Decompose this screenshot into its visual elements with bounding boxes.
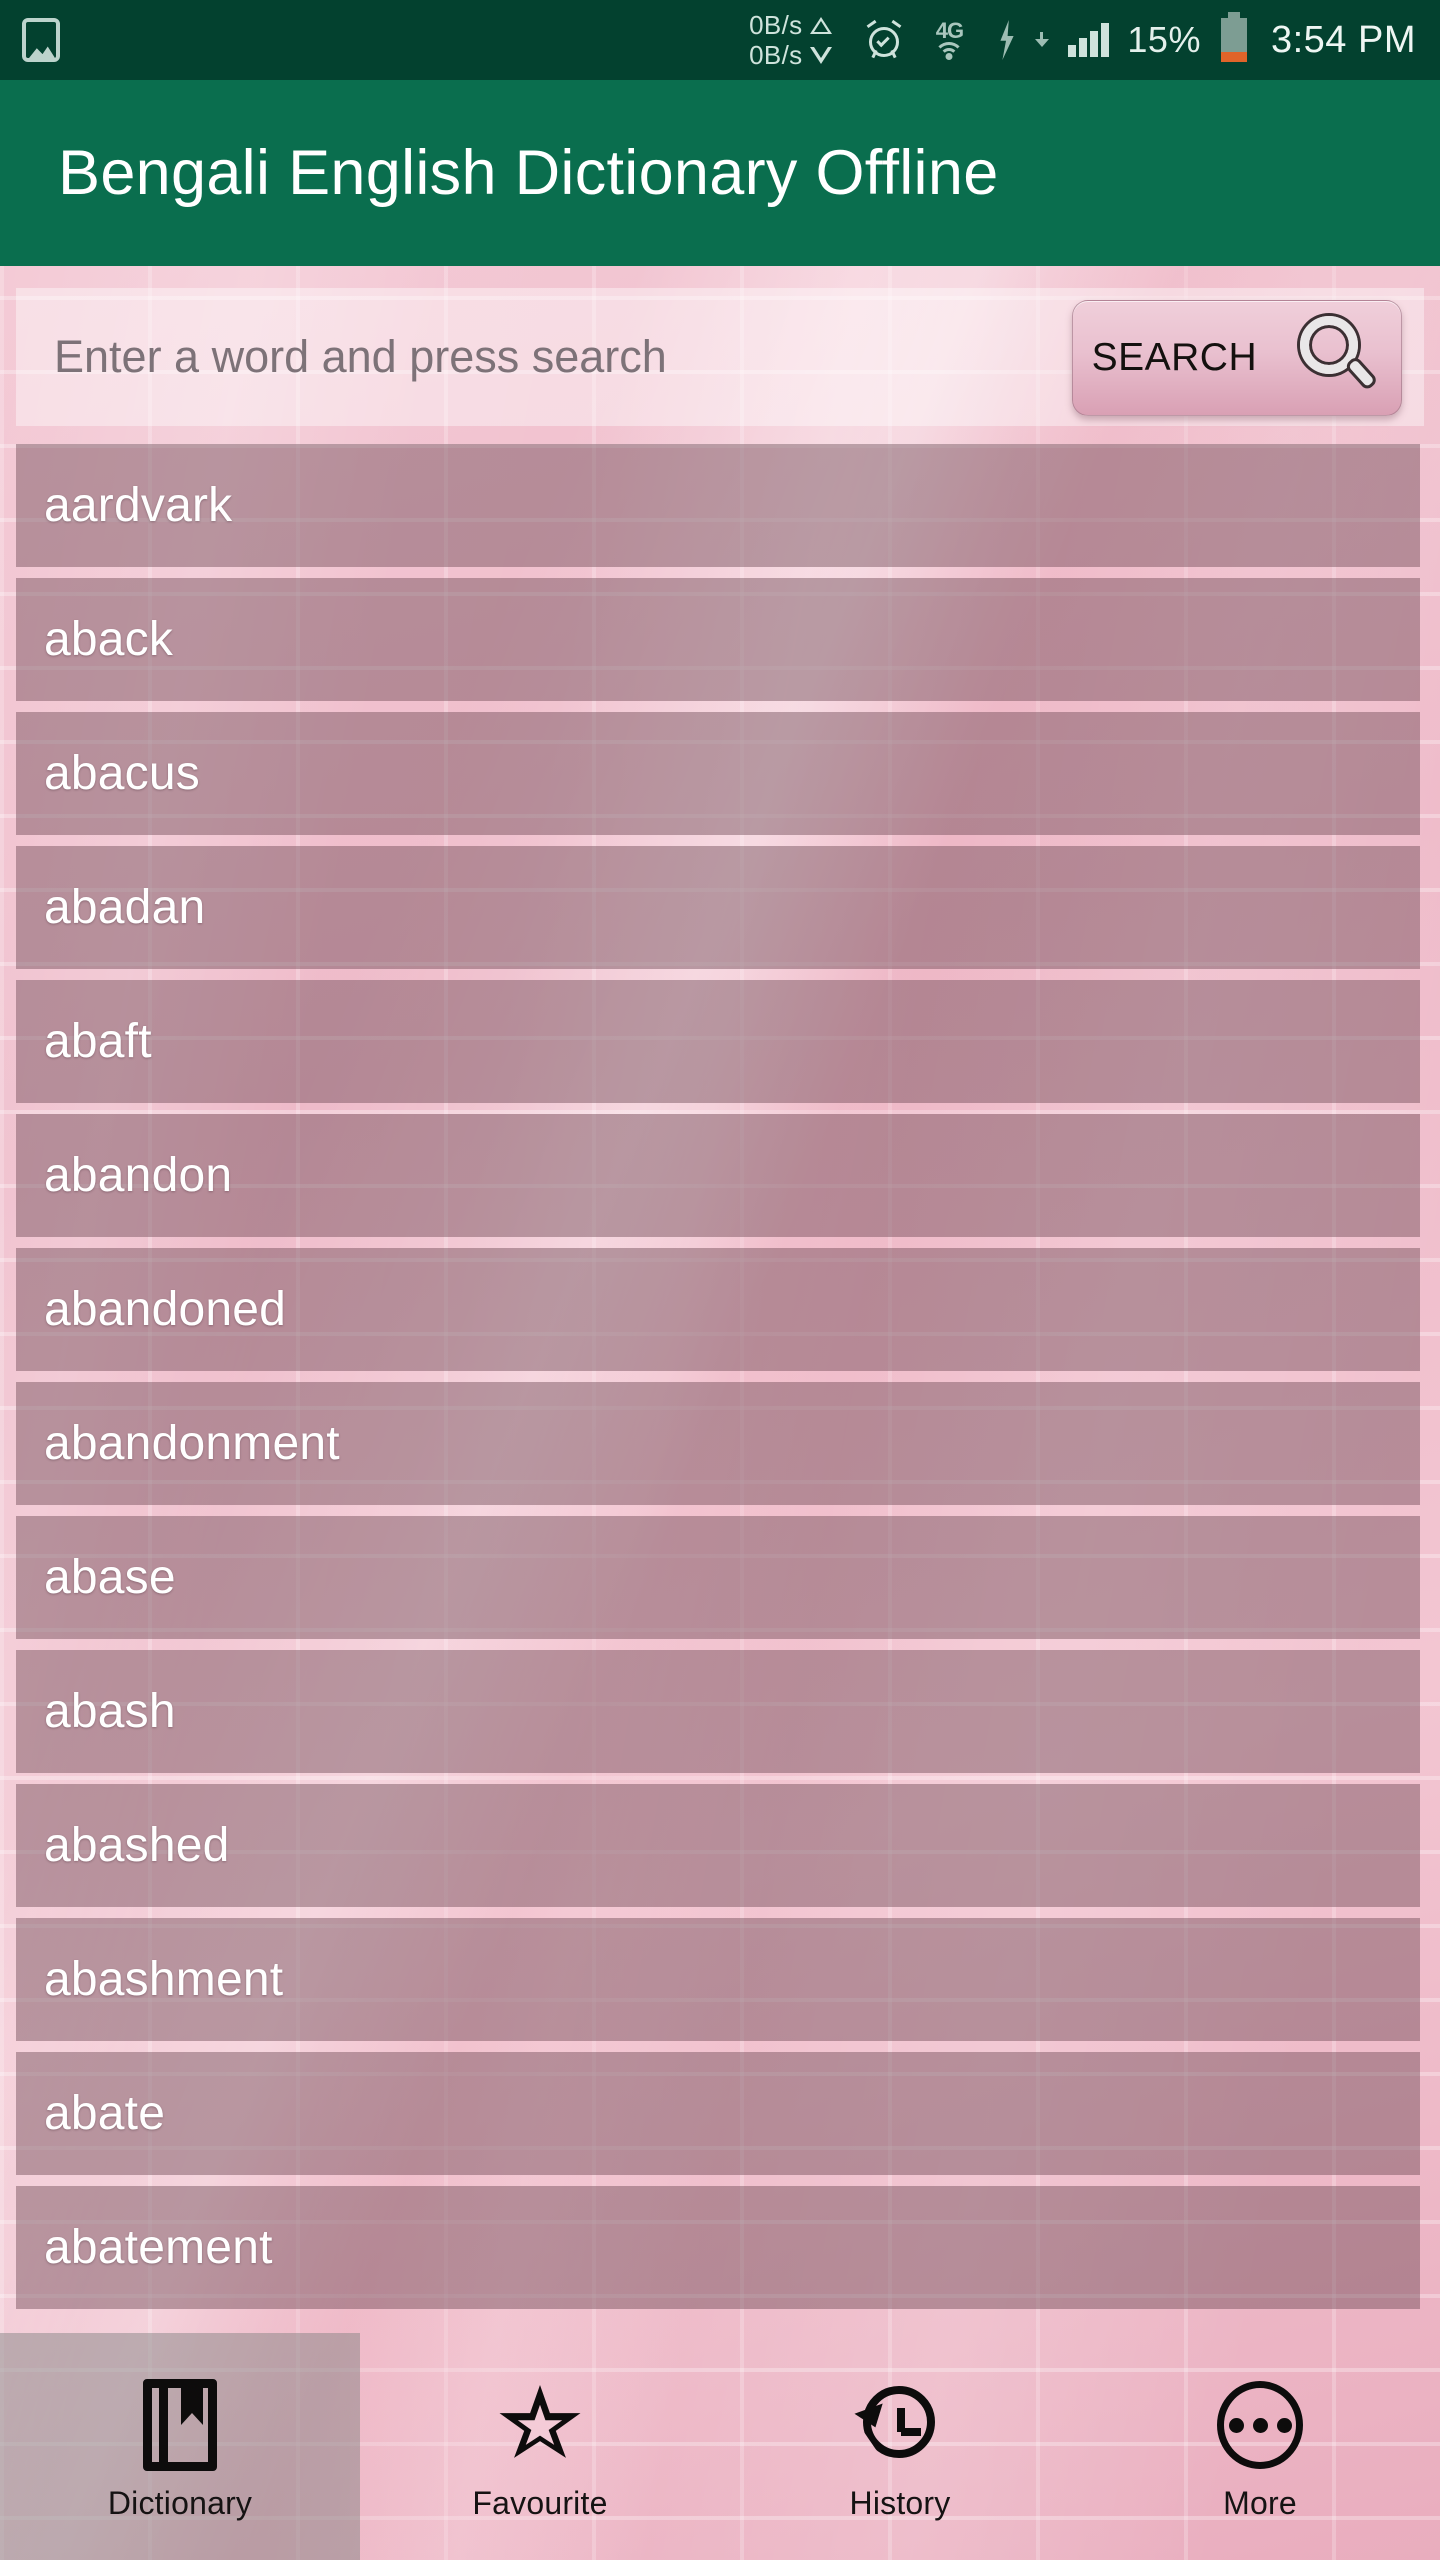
word-list-item-label: abacus [44, 747, 200, 800]
word-list-item-label: abadan [44, 881, 206, 934]
word-list-item[interactable]: abacus [16, 712, 1420, 835]
network-upload-speed: 0B/s [749, 10, 833, 40]
nav-item-label: More [1223, 2485, 1297, 2521]
book-icon-glyph [143, 2379, 217, 2471]
network-upload-value: 0B/s [749, 10, 803, 40]
search-button[interactable]: SEARCH [1072, 300, 1402, 416]
bottom-navigation-bar: Dictionary Favourite History More [0, 2333, 1440, 2560]
arrow-up-icon [810, 16, 833, 34]
app-bar: Bengali English Dictionary Offline [0, 80, 1440, 266]
word-list-item[interactable]: abate [16, 2052, 1420, 2175]
word-list-item-label: abaft [44, 1015, 152, 1068]
network-type-label: 4G [935, 18, 964, 43]
nav-item-dictionary[interactable]: Dictionary [0, 2333, 360, 2560]
nav-item-favourite[interactable]: Favourite [360, 2333, 720, 2560]
status-bar-clock: 3:54 PM [1270, 18, 1416, 61]
more-icon-glyph [1217, 2381, 1303, 2469]
word-list-item-label: abash [44, 1685, 176, 1738]
network-speed-indicator: 0B/s 0B/s [749, 10, 833, 70]
word-list-item-label: abandonment [44, 1417, 340, 1470]
search-area: SEARCH [0, 266, 1440, 444]
word-list-item[interactable]: aardvark [16, 444, 1420, 567]
magnifier-icon [1294, 314, 1382, 402]
search-button-label: SEARCH [1091, 336, 1258, 379]
nav-item-label: History [849, 2485, 951, 2521]
word-list-item[interactable]: abandon [16, 1114, 1420, 1237]
alarm-clock-icon [866, 19, 902, 59]
more-icon [1217, 2371, 1303, 2479]
word-list-item[interactable]: abashed [16, 1784, 1420, 1907]
word-list-item[interactable]: abashment [16, 1918, 1420, 2041]
wifi-icon [932, 42, 966, 60]
history-icon-glyph [854, 2382, 943, 2468]
word-list-item[interactable]: aback [16, 578, 1420, 701]
status-bar-right: 4G 15% 3:54 PM [866, 12, 1440, 62]
word-list-item[interactable]: abadan [16, 846, 1420, 969]
word-list-item[interactable]: abandoned [16, 1248, 1420, 1371]
word-list-item-label: abatement [44, 2221, 273, 2274]
nav-item-history[interactable]: History [720, 2333, 1080, 2560]
nav-item-label: Favourite [472, 2485, 608, 2521]
nav-item-label: Dictionary [107, 2485, 253, 2521]
word-list-item[interactable]: abaft [16, 980, 1420, 1103]
star-icon-glyph [499, 2385, 581, 2458]
word-list-item-label: abashed [44, 1819, 230, 1872]
word-list-item-label: aardvark [44, 479, 233, 532]
status-bar: 0B/s 0B/s 4G 15% 3:54 PM [0, 0, 1440, 80]
word-list[interactable]: aardvark aback abacus abadan abaft abandon aba… [0, 444, 1440, 2333]
word-list-item[interactable]: abase [16, 1516, 1420, 1639]
arrow-down-icon [810, 46, 833, 64]
word-list-item-label: abandon [44, 1149, 233, 1202]
word-list-item-label: abate [44, 2087, 166, 2140]
nav-item-more[interactable]: More [1080, 2333, 1440, 2560]
mobile-data-4g-icon: 4G [920, 20, 978, 60]
history-icon [854, 2371, 943, 2479]
word-list-item[interactable]: abandonment [16, 1382, 1420, 1505]
status-bar-left [0, 18, 60, 62]
page-title: Bengali English Dictionary Offline [58, 138, 999, 208]
word-list-item-label: abandoned [44, 1283, 287, 1336]
word-list-item[interactable]: abash [16, 1650, 1420, 1773]
word-list-item-label: abase [44, 1551, 176, 1604]
photo-icon [22, 18, 60, 62]
network-download-value: 0B/s [749, 40, 803, 70]
word-list-item-label: abashment [44, 1953, 284, 2006]
battery-icon [1220, 12, 1247, 62]
data-transfer-bolt-icon [1000, 20, 1014, 60]
word-list-item-label: aback [44, 613, 174, 666]
download-arrow-icon [1034, 32, 1050, 48]
word-list-item[interactable]: abatement [16, 2186, 1420, 2309]
signal-bars-icon [1068, 23, 1110, 57]
star-icon [498, 2371, 582, 2479]
book-icon [143, 2371, 217, 2479]
search-row: SEARCH [16, 288, 1424, 426]
battery-percent-label: 15% [1127, 19, 1201, 60]
network-download-speed: 0B/s [749, 40, 833, 70]
